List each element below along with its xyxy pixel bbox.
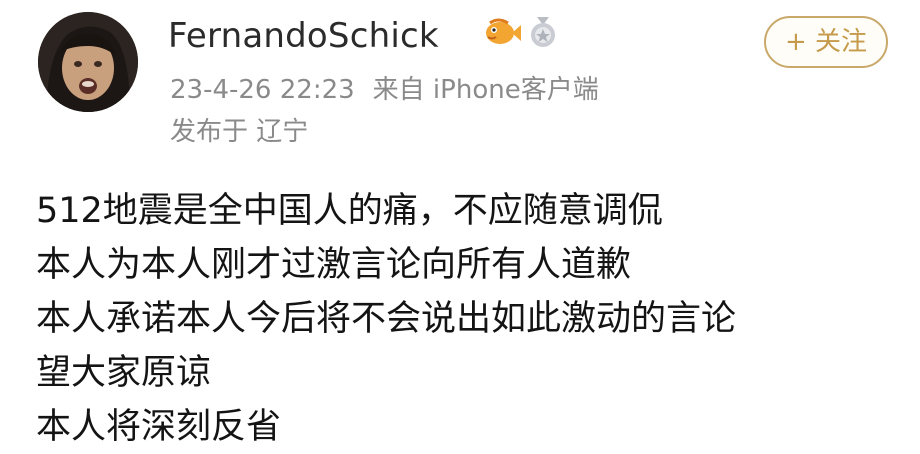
post-body: 512地震是全中国人的痛，不应随意调侃 本人为本人刚才过激言论向所有人道歉 本人… (36, 184, 896, 454)
post-line: 望大家原谅 (36, 353, 212, 393)
fish-badge-icon[interactable] (482, 15, 522, 53)
user-badges (482, 15, 560, 53)
post-location: 发布于 辽宁 (170, 117, 309, 147)
post-line: 本人为本人刚才过激言论向所有人道歉 (36, 245, 632, 285)
avatar[interactable] (38, 12, 138, 112)
username[interactable]: FernandoSchick (168, 14, 439, 58)
post-source: 来自 iPhone客户端 (372, 75, 599, 105)
weibo-post-card: FernandoSchick 23-4-26 22:23 来自 iPhone客户端 (0, 0, 920, 447)
follow-button[interactable]: + 关注 (764, 16, 888, 68)
post-line: 本人承诺本人今后将不会说出如此激动的言论 (36, 299, 737, 339)
post-timestamp: 23-4-26 22:23 (170, 75, 355, 105)
post-line: 本人将深刻反省 (36, 407, 282, 447)
post-line: 512地震是全中国人的痛，不应随意调侃 (36, 191, 663, 231)
medal-badge-icon[interactable] (526, 15, 560, 53)
post-meta: 23-4-26 22:23 来自 iPhone客户端 (170, 72, 599, 108)
